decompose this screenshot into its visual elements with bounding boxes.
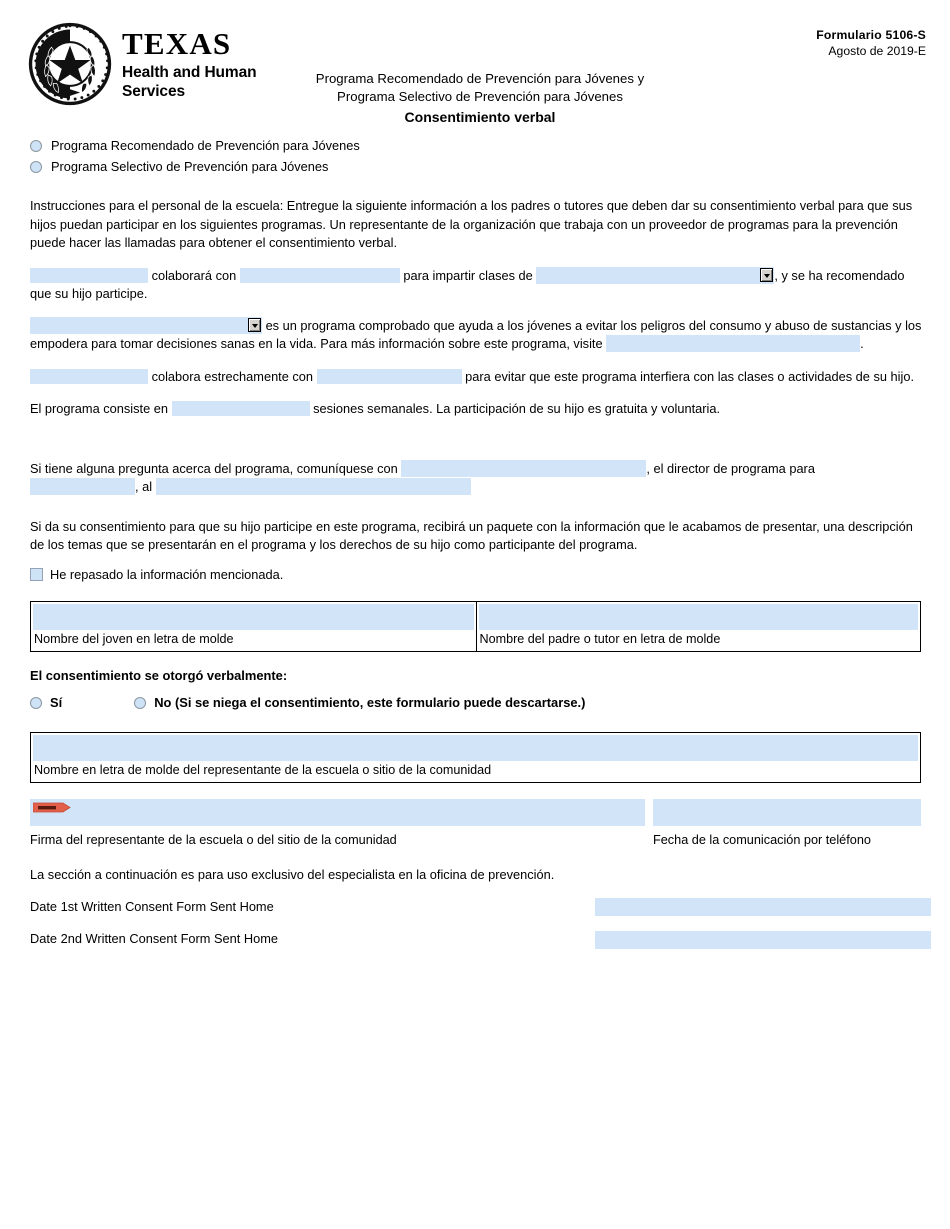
field-org-name[interactable] [30, 478, 135, 496]
chevron-down-icon-2[interactable] [248, 318, 261, 333]
radio-recommended-program[interactable] [30, 140, 42, 152]
field-partner-org-2[interactable] [30, 368, 148, 384]
program-option-recommended-label: Programa Recomendado de Prevención para … [51, 137, 360, 153]
field-phone-number[interactable] [155, 478, 471, 496]
verbal-consent-options: Sí No (Si se niega el consentimiento, es… [30, 694, 923, 712]
parent-name-cell: Nombre del padre o tutor en letra de mol… [475, 601, 921, 651]
input-date-2nd-consent[interactable] [595, 930, 931, 949]
dropdown-program-name[interactable] [30, 317, 262, 335]
radio-selective-program[interactable] [30, 161, 42, 173]
representative-name-caption: Nombre en letra de molde del representan… [34, 763, 492, 778]
name-fields-table: Nombre del joven en letra de molde Nombr… [30, 600, 921, 652]
field-program-director[interactable] [401, 459, 647, 477]
logo-hhs-line2: Services [122, 82, 185, 100]
form-title-line1: Programa Recomendado de Prevención para … [315, 71, 645, 86]
office-use-row-1: Date 1st Written Consent Form Sent Home [30, 898, 931, 917]
program-option-selective[interactable]: Programa Selectivo de Prevención para Jó… [30, 157, 923, 177]
verbal-consent-question: El consentimiento se otorgó verbalmente: [30, 667, 288, 683]
consent-yes-label: Sí [50, 694, 63, 710]
form-title-block: Programa Recomendado de Prevención para … [260, 70, 700, 127]
review-checkbox-row[interactable]: He repasado la información mencionada. [30, 566, 923, 584]
logo-hhs-line1: Health and Human [122, 64, 257, 81]
paragraph-4-text-2: sesiones semanales. La participación de … [313, 400, 721, 416]
office-use-note: La sección a continuación es para uso ex… [30, 867, 555, 883]
paragraph-3: colabora estrechamente con para evitar q… [30, 368, 923, 386]
signature-tag-icon [33, 802, 71, 813]
page-title: Consentimiento verbal [404, 108, 556, 125]
field-school-name-2[interactable] [316, 368, 462, 384]
texas-hhs-logo: TEXAS Health and Human Services [28, 22, 257, 106]
form-revision-date: Agosto de 2019-E [828, 44, 926, 58]
paragraph-3-text-2: para evitar que este programa interfiera… [465, 368, 915, 384]
form-number-block: Formulario 5106-S Agosto de 2019-E [816, 28, 926, 58]
youth-name-cell: Nombre del joven en letra de molde [31, 602, 476, 651]
form-number: Formulario 5106-S [816, 28, 926, 42]
input-representative-name[interactable] [33, 735, 918, 762]
checkbox-reviewed-information[interactable] [30, 567, 43, 581]
paragraph-5-text-1: Si tiene alguna pregunta acerca del prog… [30, 460, 398, 476]
paragraph-1-text-1: colaborará con [151, 268, 237, 284]
form-title-line2: Programa Selectivo de Prevención para Jó… [337, 88, 623, 104]
form-body: Programa Recomendado de Prevención para … [30, 136, 931, 949]
review-checkbox-label: He repasado la información mencionada. [50, 566, 284, 582]
call-date-caption: Fecha de la comunicación por teléfono [653, 833, 871, 848]
program-option-selective-label: Programa Selectivo de Prevención para Jó… [51, 158, 329, 174]
field-program-url[interactable] [606, 335, 861, 353]
paragraph-4: El programa consiste en sesiones semanal… [30, 400, 923, 418]
call-date-block: Fecha de la comunicación por teléfono [653, 799, 921, 849]
signature-caption: Firma del representante de la escuela o … [30, 833, 397, 848]
office-use-row-2: Date 2nd Written Consent Form Sent Home [30, 930, 931, 949]
dropdown-class-type[interactable] [536, 267, 775, 285]
chevron-down-icon[interactable] [760, 268, 774, 283]
radio-consent-no[interactable] [134, 697, 147, 710]
paragraph-3-text-1: colabora estrechamente con [151, 368, 314, 384]
input-parent-name[interactable] [478, 603, 918, 630]
paragraph-1-text-2: para impartir clases de [403, 268, 533, 284]
texas-state-seal-icon [28, 22, 112, 106]
paragraph-5-text-2: , el director de programa para [646, 460, 815, 476]
radio-consent-yes[interactable] [30, 697, 42, 710]
consent-no-label: No (Si se niega el consentimiento, este … [154, 694, 586, 710]
input-signature[interactable] [30, 799, 645, 827]
paragraph-5-text-3: , al [135, 479, 153, 495]
logo-texas-wordmark: TEXAS [122, 26, 232, 61]
date-2nd-consent-label: Date 2nd Written Consent Form Sent Home [30, 931, 278, 947]
field-session-count[interactable] [171, 400, 310, 416]
paragraph-1: colaborará con para impartir clases de ,… [30, 267, 923, 303]
program-option-recommended[interactable]: Programa Recomendado de Prevención para … [30, 136, 923, 156]
input-youth-name[interactable] [33, 603, 474, 630]
paragraph-5: Si tiene alguna pregunta acerca del prog… [30, 459, 923, 496]
parent-name-caption: Nombre del padre o tutor en letra de mol… [479, 631, 721, 646]
signature-block: Firma del representante de la escuela o … [30, 799, 645, 849]
instructions-paragraph: Instrucciones para el personal de la esc… [30, 198, 913, 251]
youth-name-caption: Nombre del joven en letra de molde [34, 631, 234, 646]
field-partner-org-1[interactable] [30, 268, 148, 284]
paragraph-4-text-1: El programa consiste en [30, 400, 168, 416]
representative-name-table: Nombre en letra de molde del representan… [30, 732, 921, 784]
form-page: TEXAS Health and Human Services Formular… [0, 0, 950, 1229]
date-1st-consent-label: Date 1st Written Consent Form Sent Home [30, 899, 274, 915]
signature-row: Firma del representante de la escuela o … [30, 799, 923, 849]
paragraph-2: es un programa comprobado que ayuda a lo… [30, 317, 923, 353]
paragraph-2-text-2: . [860, 336, 864, 352]
field-school-name-1[interactable] [239, 268, 400, 284]
input-date-1st-consent[interactable] [595, 898, 931, 917]
input-call-date[interactable] [653, 799, 921, 827]
form-header: TEXAS Health and Human Services Formular… [0, 0, 950, 132]
paragraph-6: Si da su consentimiento para que su hijo… [30, 519, 913, 553]
